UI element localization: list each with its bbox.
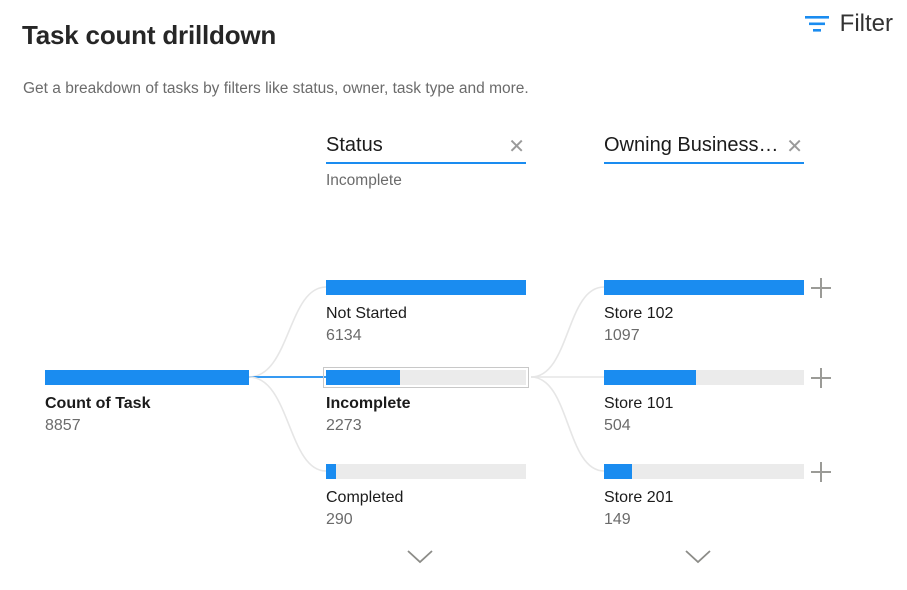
bar-track bbox=[604, 464, 804, 479]
node-value: 6134 bbox=[326, 327, 362, 344]
node-incomplete[interactable]: Incomplete 2273 bbox=[323, 367, 529, 436]
node-value: 504 bbox=[604, 417, 631, 434]
node-not-started[interactable]: Not Started 6134 bbox=[326, 280, 526, 346]
plus-icon[interactable] bbox=[811, 368, 831, 388]
node-label: Store 102 bbox=[604, 305, 674, 322]
column-header-status: Status ✕ Incomplete bbox=[326, 133, 526, 190]
node-store-101[interactable]: Store 101 504 bbox=[604, 370, 804, 436]
node-count-of-task[interactable]: Count of Task 8857 bbox=[45, 370, 249, 436]
close-icon[interactable]: ✕ bbox=[507, 137, 526, 157]
node-label: Incomplete bbox=[326, 395, 411, 412]
node-value: 149 bbox=[604, 511, 631, 528]
plus-icon[interactable] bbox=[811, 278, 831, 298]
column-subtitle: Incomplete bbox=[326, 172, 402, 189]
node-bar bbox=[604, 370, 804, 385]
close-icon[interactable]: ✕ bbox=[785, 137, 804, 157]
column-underline bbox=[604, 162, 804, 164]
node-label: Completed bbox=[326, 489, 404, 506]
show-more-owning-business-chevron-down-icon[interactable] bbox=[683, 547, 713, 572]
node-bar bbox=[323, 367, 529, 388]
page-subtitle: Get a breakdown of tasks by filters like… bbox=[23, 80, 529, 97]
node-value: 2273 bbox=[326, 417, 362, 434]
column-header-owning-business: Owning Business… ✕ bbox=[604, 133, 804, 172]
bar-fill bbox=[326, 280, 526, 295]
node-value: 290 bbox=[326, 511, 353, 528]
node-completed[interactable]: Completed 290 bbox=[326, 464, 526, 530]
node-store-102[interactable]: Store 102 1097 bbox=[604, 280, 804, 346]
column-title: Owning Business… bbox=[604, 134, 779, 156]
bar-fill bbox=[604, 370, 696, 385]
bar-fill bbox=[326, 370, 400, 385]
node-bar bbox=[326, 464, 526, 479]
plus-icon[interactable] bbox=[811, 462, 831, 482]
node-label: Store 201 bbox=[604, 489, 674, 506]
column-underline bbox=[326, 162, 526, 164]
node-label: Not Started bbox=[326, 305, 407, 322]
filter-button[interactable]: Filter bbox=[804, 10, 893, 38]
column-title: Status bbox=[326, 134, 383, 156]
node-bar bbox=[604, 280, 804, 295]
bar-fill bbox=[326, 464, 336, 479]
show-more-status-chevron-down-icon[interactable] bbox=[405, 547, 435, 572]
drilldown-page: Task count drilldown Get a breakdown of … bbox=[0, 0, 907, 590]
filter-icon bbox=[804, 13, 830, 35]
node-value: 1097 bbox=[604, 327, 640, 344]
node-store-201[interactable]: Store 201 149 bbox=[604, 464, 804, 530]
node-bar bbox=[326, 280, 526, 295]
bar-track bbox=[326, 464, 526, 479]
filter-label: Filter bbox=[839, 10, 893, 37]
bar-fill bbox=[604, 280, 804, 295]
node-bar bbox=[604, 464, 804, 479]
bar-fill bbox=[604, 464, 632, 479]
page-title: Task count drilldown bbox=[22, 20, 277, 50]
node-label: Store 101 bbox=[604, 395, 674, 412]
node-bar bbox=[45, 370, 249, 385]
node-label: Count of Task bbox=[45, 395, 151, 412]
node-value: 8857 bbox=[45, 417, 81, 434]
bar-fill bbox=[45, 370, 249, 385]
